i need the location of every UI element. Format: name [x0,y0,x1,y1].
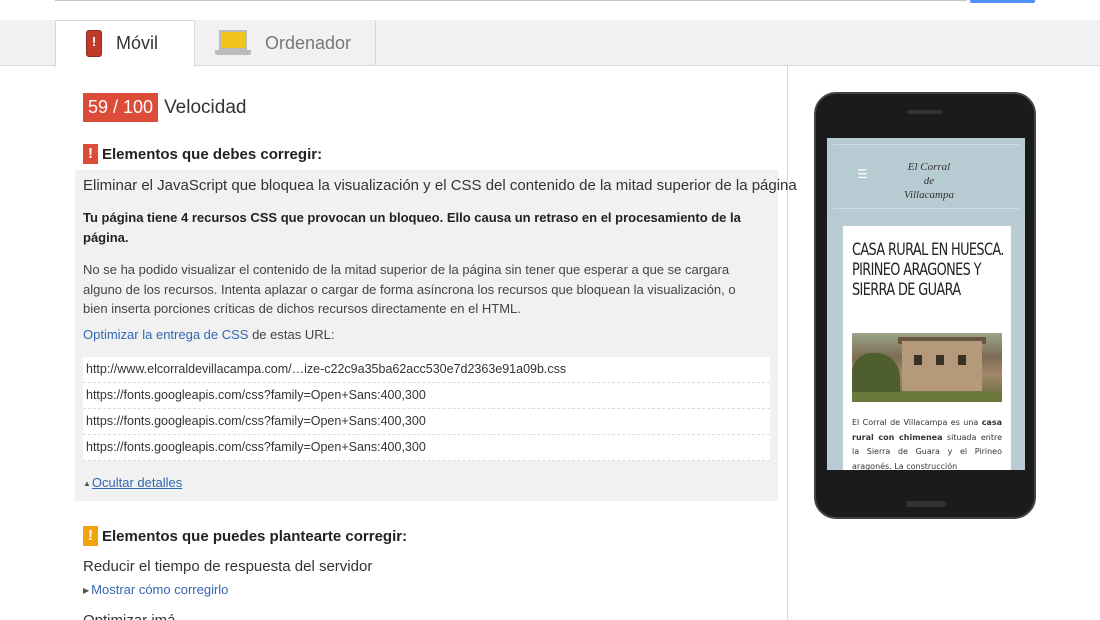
tab-desktop[interactable]: Ordenador [195,20,376,66]
tab-mobile-label: Móvil [116,33,159,53]
rule-description: No se ha podido visualizar el contenido … [83,262,736,316]
device-tab-bar: Móvil Ordenador [0,20,1100,67]
list-item: https://fonts.googleapis.com/css?family=… [83,383,770,409]
triangle-up-icon: ▲ [83,479,91,488]
list-item: https://fonts.googleapis.com/css?family=… [83,409,770,435]
analyze-button-edge[interactable] [970,0,1035,3]
optimize-css-link[interactable]: Optimizar la entrega de CSS [83,327,248,342]
error-icon: ! [83,144,98,164]
house-photo [852,333,1002,402]
card-text: El Corral de Villacampa es una casa rura… [852,418,1002,470]
list-item: http://www.elcorraldevillacampa.com/…ize… [83,357,770,383]
list-item: https://fonts.googleapis.com/css?family=… [83,435,770,461]
must-fix-heading: ! Elementos que debes corregir: [83,144,322,164]
top-strip [0,0,1100,20]
card-title: CASA RURAL EN HUESCA. PIRINEO ARAGONES Y… [852,240,1004,299]
content-card: CASA RURAL EN HUESCA. PIRINEO ARAGONES Y… [843,226,1011,470]
url-input-edge[interactable] [55,0,967,1]
optimize-suffix: de estas URL: [248,327,335,342]
rule-summary: Tu página tiene 4 recursos CSS que provo… [83,210,741,245]
score-label: Velocidad [164,96,247,118]
mobile-preview-screen: ☰ El Corral de Villacampa CASA RURAL EN … [827,138,1025,470]
tab-desktop-label: Ordenador [265,32,352,53]
menu-icon: ☰ [857,167,868,181]
phone-home-bar [906,501,946,507]
laptop-icon [215,30,251,56]
tab-mobile[interactable]: Móvil [55,20,195,67]
server-response-rule-title[interactable]: Reducir el tiempo de respuesta del servi… [83,558,372,575]
site-logo: El Corral de Villacampa [904,161,954,201]
rule-title[interactable]: Eliminar el JavaScript que bloquea la vi… [83,177,797,194]
consider-fix-heading: ! Elementos que puedes plantearte correg… [83,526,407,546]
score-badge: 59 / 100 [83,93,159,122]
warning-icon: ! [83,526,98,546]
phone-speaker [907,110,943,114]
mobile-preview-device: ☰ El Corral de Villacampa CASA RURAL EN … [814,92,1036,519]
mobile-phone-icon [86,30,102,57]
must-fix-heading-text: Elementos que debes corregir: [102,145,323,163]
hide-details-control[interactable]: ▲Ocultar detalles [83,475,182,490]
speed-score: 59 / 100 Velocidad [83,93,246,122]
column-divider [787,66,788,620]
site-header: ☰ El Corral de Villacampa [827,138,1025,216]
hide-details-link[interactable]: Ocultar detalles [92,475,182,490]
next-rule-title-partial[interactable]: Optimizar imá... [83,612,188,620]
blocking-url-list: http://www.elcorraldevillacampa.com/…ize… [83,357,770,461]
show-how-link[interactable]: Mostrar cómo corregirlo [91,582,228,597]
triangle-right-icon: ▶ [83,586,90,595]
optimize-line: Optimizar la entrega de CSS de estas URL… [83,327,334,342]
show-how-control[interactable]: ▶ Mostrar cómo corregirlo [83,582,228,597]
consider-fix-heading-text: Elementos que puedes plantearte corregir… [102,527,408,545]
